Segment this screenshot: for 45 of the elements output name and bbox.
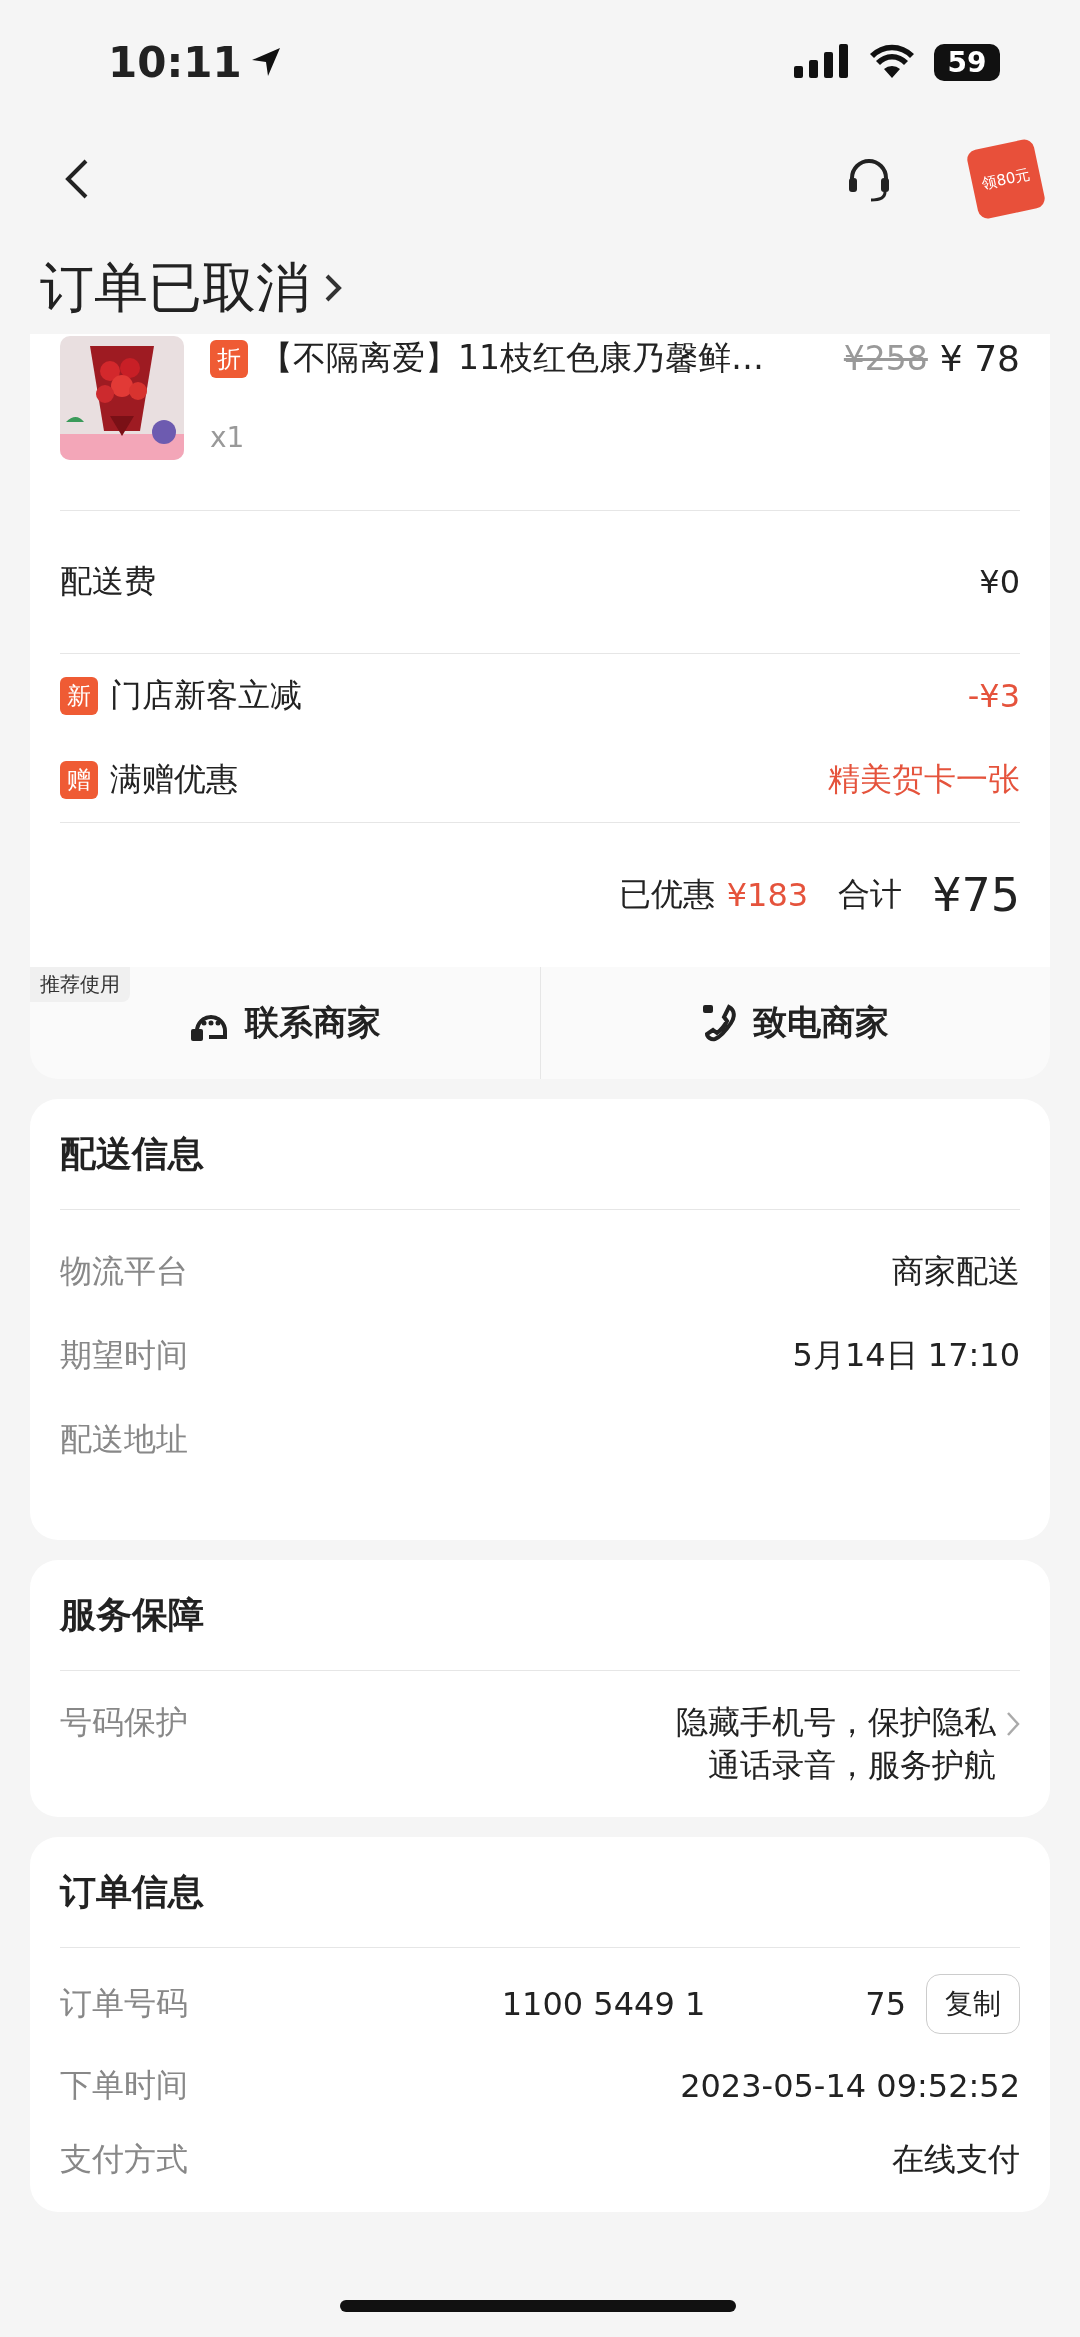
- field-label: 支付方式: [60, 2139, 188, 2181]
- recommend-tag: 推荐使用: [30, 967, 130, 1002]
- field-label: 号码保护: [60, 1702, 188, 1743]
- battery-level: 59: [934, 43, 1000, 81]
- coupon-badge[interactable]: 领80元: [965, 137, 1047, 221]
- discount-value: -¥3: [967, 677, 1020, 715]
- discount-badge: 折: [210, 339, 248, 378]
- wifi-icon: [868, 44, 916, 80]
- original-price: ¥258: [843, 339, 928, 378]
- promo-badge: 新: [60, 677, 98, 715]
- status-time: 10:11: [108, 37, 282, 87]
- service-text: 通话录音，服务护航: [708, 1745, 996, 1787]
- field-label: 期望时间: [60, 1335, 188, 1376]
- signal-icon: [794, 44, 850, 80]
- section-title: 订单信息: [60, 1837, 1020, 1949]
- product-name: 【不隔离爱】11枝红色康乃馨鲜…: [260, 337, 765, 379]
- service-text: 隐藏手机号，保护隐私: [676, 1702, 996, 1743]
- discount-label: 门店新客立减: [110, 675, 302, 716]
- total-amount: ¥75: [932, 868, 1020, 922]
- field-value: 商家配送: [892, 1251, 1020, 1292]
- field-value: 5月14日 17:10: [792, 1335, 1020, 1376]
- order-number: 1100 5449 1: [501, 1985, 706, 2024]
- section-title: 配送信息: [60, 1099, 1020, 1210]
- chevron-right-icon: [324, 273, 342, 303]
- total-label: 合计: [838, 874, 903, 915]
- product-quantity: x1: [210, 421, 246, 454]
- product-price: ¥ 78: [939, 338, 1020, 379]
- copy-button[interactable]: 复制: [926, 1974, 1020, 2035]
- discount-value: 精美贺卡一张: [828, 759, 1020, 800]
- promo-badge: 赠: [60, 761, 98, 799]
- saved-label: 已优惠: [618, 874, 715, 915]
- field-label: 下单时间: [60, 2065, 188, 2107]
- field-value: 在线支付: [892, 2139, 1020, 2181]
- fee-value: ¥0: [979, 563, 1020, 601]
- saved-amount: ¥183: [726, 876, 809, 914]
- field-label: 配送地址: [60, 1419, 188, 1460]
- field-label: 订单号码: [60, 1983, 188, 2025]
- discount-label: 满赠优惠: [110, 759, 238, 800]
- order-number: 75: [865, 1985, 906, 2024]
- order-status-title[interactable]: 订单已取消: [40, 251, 310, 325]
- section-title: 服务保障: [60, 1560, 1020, 1671]
- call-button[interactable]: 致电商家: [539, 967, 1050, 1079]
- fee-label: 配送费: [60, 561, 156, 602]
- field-label: 物流平台: [60, 1251, 188, 1292]
- field-value: 2023-05-14 09:52:52: [680, 2067, 1020, 2106]
